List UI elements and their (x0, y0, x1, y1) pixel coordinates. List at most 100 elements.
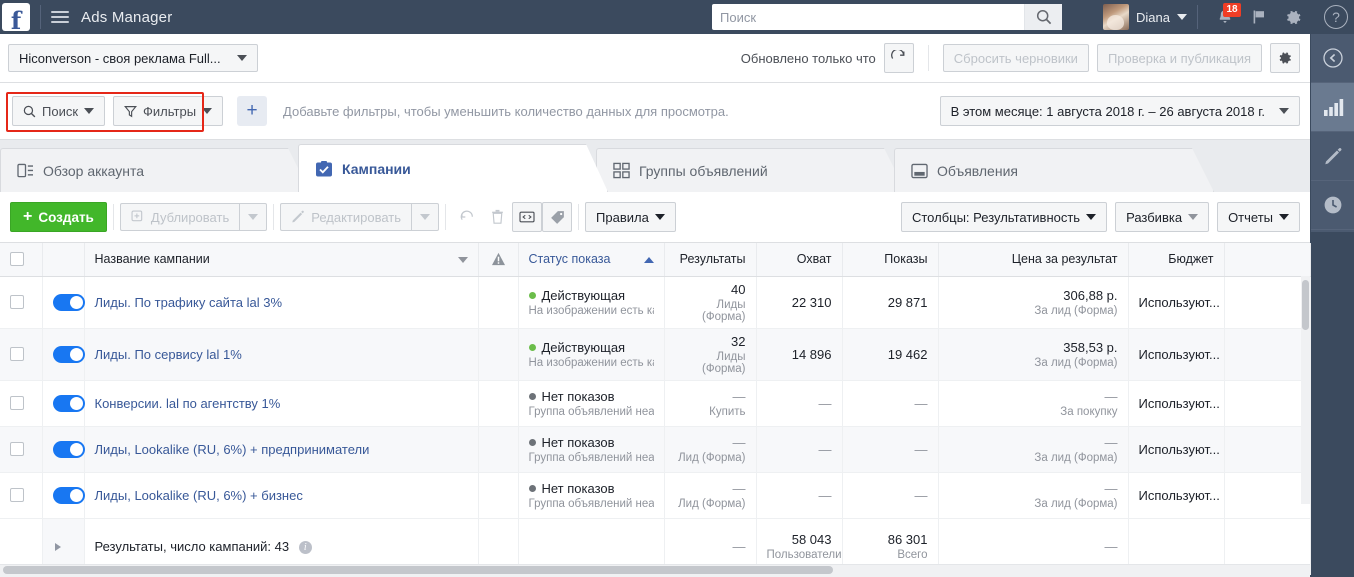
column-header-budget[interactable]: Бюджет (1128, 243, 1224, 276)
chevron-up-icon[interactable] (644, 257, 654, 263)
discard-drafts-button[interactable]: Сбросить черновики (943, 44, 1089, 72)
edit-button[interactable]: Редактировать (280, 203, 411, 231)
search-input[interactable] (712, 4, 1024, 30)
account-toolbar: Hiconverson - своя реклама Full... Обнов… (0, 34, 1310, 83)
campaign-name-link[interactable]: Конверсии. lal по агентству 1% (95, 396, 281, 411)
tab-account-overview[interactable]: Обзор аккаунта (0, 148, 310, 192)
column-header-cost[interactable]: Цена за результат (938, 243, 1128, 276)
row-select-cell[interactable] (0, 380, 42, 426)
table-row[interactable]: Лиды. По сервису lal 1% Действующая На и… (0, 328, 1310, 380)
avatar[interactable] (1103, 4, 1129, 30)
table-row[interactable]: Лиды. По трафику сайта lal 3% Действующа… (0, 276, 1310, 328)
campaign-name-link[interactable]: Лиды. По сервису lal 1% (95, 347, 242, 362)
settings-button[interactable] (1276, 0, 1310, 34)
row-select-cell[interactable] (0, 426, 42, 472)
row-checkbox[interactable] (10, 295, 24, 309)
global-search[interactable] (712, 4, 1062, 30)
campaign-name-link[interactable]: Лиды. По трафику сайта lal 3% (95, 295, 283, 310)
results-sublabel: Лиды (Форма) (675, 351, 746, 375)
table-row[interactable]: Конверсии. lal по агентству 1% Нет показ… (0, 380, 1310, 426)
table-horizontal-scrollbar-thumb[interactable] (3, 566, 833, 574)
table-vertical-scrollbar-thumb[interactable] (1302, 280, 1309, 330)
status-line: Действующая (529, 288, 654, 303)
help-button[interactable]: ? (1324, 5, 1348, 29)
row-checkbox[interactable] (10, 442, 24, 456)
columns-button[interactable]: Столбцы: Результативность (901, 202, 1107, 232)
column-header-status[interactable]: Статус показа (518, 243, 664, 276)
add-filter-button[interactable]: + (237, 96, 267, 126)
row-checkbox[interactable] (10, 347, 24, 361)
rail-item-charts[interactable] (1311, 83, 1354, 132)
row-toggle-cell[interactable] (42, 426, 84, 472)
user-name[interactable]: Diana (1136, 10, 1170, 25)
spacer-cell (1224, 328, 1310, 380)
tab-adsets[interactable]: Группы объявлений (596, 148, 906, 192)
row-toggle-cell[interactable] (42, 380, 84, 426)
row-toggle-cell[interactable] (42, 328, 84, 380)
campaign-name-link[interactable]: Лиды, Lookalike (RU, 6%) + предпринимате… (95, 442, 370, 457)
create-button[interactable]: + Создать (10, 202, 107, 232)
refresh-button[interactable] (884, 43, 914, 73)
campaign-status-toggle[interactable] (53, 294, 85, 311)
column-header-results[interactable]: Результаты (664, 243, 756, 276)
account-name: Hiconverson - своя реклама Full... (19, 51, 221, 66)
campaign-name-cell[interactable]: Лиды, Lookalike (RU, 6%) + предпринимате… (84, 426, 478, 472)
table-row[interactable]: Лиды, Lookalike (RU, 6%) + предпринимате… (0, 426, 1310, 472)
column-header-reach[interactable]: Охват (756, 243, 842, 276)
select-all-checkbox[interactable] (10, 252, 24, 266)
edit-dropdown-button[interactable] (411, 203, 439, 231)
duplicate-button[interactable]: Дублировать (120, 203, 239, 231)
column-header-spacer (1224, 243, 1310, 276)
row-select-cell[interactable] (0, 472, 42, 518)
revert-button[interactable] (452, 202, 482, 232)
delete-button[interactable] (482, 202, 512, 232)
account-selector[interactable]: Hiconverson - своя реклама Full... (8, 44, 258, 72)
rail-item-collapse[interactable] (1311, 34, 1354, 83)
rail-item-history[interactable] (1311, 181, 1354, 230)
column-header-name[interactable]: Название кампании (84, 243, 478, 276)
filters-button[interactable]: Фильтры (113, 96, 223, 126)
row-checkbox[interactable] (10, 396, 24, 410)
column-header-impressions[interactable]: Показы (842, 243, 938, 276)
info-icon[interactable]: i (299, 541, 312, 554)
table-row[interactable]: Лиды, Lookalike (RU, 6%) + бизнес Нет по… (0, 472, 1310, 518)
campaign-name-cell[interactable]: Лиды. По трафику сайта lal 3% (84, 276, 478, 328)
hamburger-menu-icon[interactable] (51, 11, 69, 23)
campaign-name-link[interactable]: Лиды, Lookalike (RU, 6%) + бизнес (95, 488, 303, 503)
tag-button[interactable] (542, 202, 572, 232)
chevron-down-icon[interactable] (458, 257, 468, 263)
row-toggle-cell[interactable] (42, 276, 84, 328)
rules-button[interactable]: Правила (585, 202, 676, 232)
tab-campaigns[interactable]: Кампании (298, 144, 608, 192)
date-range-selector[interactable]: В этом месяце: 1 августа 2018 г. – 26 ав… (940, 96, 1300, 126)
search-filter-button[interactable]: Поиск (12, 96, 105, 126)
refresh-icon (890, 50, 907, 67)
status-label: Нет показов (542, 435, 615, 450)
select-all-header[interactable] (0, 243, 42, 276)
notifications-button[interactable]: 18 (1208, 0, 1242, 34)
rail-item-edit[interactable] (1311, 132, 1354, 181)
flag-button[interactable] (1242, 0, 1276, 34)
campaign-name-cell[interactable]: Конверсии. lal по агентству 1% (84, 380, 478, 426)
campaign-name-cell[interactable]: Лиды, Lookalike (RU, 6%) + бизнес (84, 472, 478, 518)
row-toggle-cell[interactable] (42, 472, 84, 518)
campaign-status-toggle[interactable] (53, 487, 85, 504)
campaign-name-cell[interactable]: Лиды. По сервису lal 1% (84, 328, 478, 380)
facebook-logo-icon[interactable]: f (2, 3, 30, 31)
review-publish-button[interactable]: Проверка и публикация (1097, 44, 1262, 72)
row-select-cell[interactable] (0, 276, 42, 328)
duplicate-dropdown-button[interactable] (239, 203, 267, 231)
campaign-status-toggle[interactable] (53, 346, 85, 363)
chevron-right-icon[interactable] (55, 543, 61, 551)
account-settings-button[interactable] (1270, 43, 1300, 73)
tab-ads[interactable]: Объявления (894, 148, 1214, 192)
row-checkbox[interactable] (10, 488, 24, 502)
campaign-status-toggle[interactable] (53, 395, 85, 412)
breakdown-button[interactable]: Разбивка (1115, 202, 1209, 232)
campaign-status-toggle[interactable] (53, 441, 85, 458)
search-submit-button[interactable] (1024, 4, 1062, 30)
row-select-cell[interactable] (0, 328, 42, 380)
reports-button[interactable]: Отчеты (1217, 202, 1300, 232)
ab-test-button[interactable] (512, 202, 542, 232)
chevron-down-icon[interactable] (1177, 14, 1187, 20)
